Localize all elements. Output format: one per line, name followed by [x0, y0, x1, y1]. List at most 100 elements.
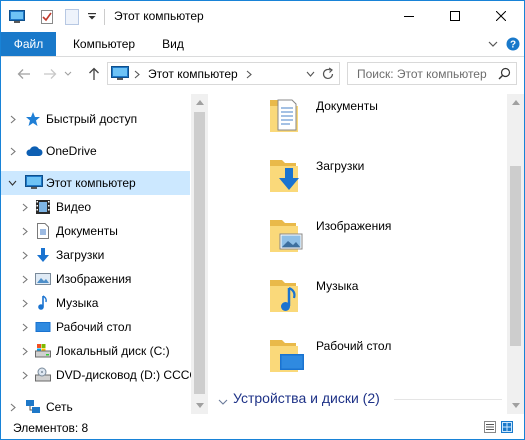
navigation-pane: Быстрый доступ OneDrive Этот компьютер В…	[1, 94, 204, 414]
content-pane: Документы Загрузки Изображения Музыка Ра…	[208, 94, 507, 414]
navigation-scrollbar[interactable]	[191, 94, 208, 414]
address-computer-icon	[111, 66, 129, 84]
expand-chevron-icon[interactable]	[20, 370, 30, 380]
nav-item-label: Документы	[56, 224, 118, 238]
back-button[interactable]	[13, 63, 35, 85]
folder-label: Документы	[316, 99, 378, 113]
nav-item-label: Сеть	[46, 400, 73, 414]
expand-chevron-icon[interactable]	[8, 146, 18, 156]
network-icon	[25, 399, 41, 415]
up-button[interactable]	[83, 63, 105, 85]
documents-icon	[35, 223, 51, 239]
nav-item-local-disk[interactable]: Локальный диск (C:)	[1, 339, 190, 363]
title-bar: Этот компьютер	[1, 1, 524, 32]
folder-item-documents[interactable]: Документы	[268, 94, 488, 144]
status-bar: Элементов: 8	[1, 415, 524, 439]
breadcrumb-chevron-icon[interactable]	[134, 70, 140, 79]
content-scrollbar[interactable]	[507, 94, 524, 414]
nav-item-videos[interactable]: Видео	[1, 195, 190, 219]
nav-item-pictures[interactable]: Изображения	[1, 267, 190, 291]
desktop-icon	[35, 319, 51, 335]
folder-item-desktop[interactable]: Рабочий стол	[268, 334, 488, 384]
maximize-button[interactable]	[432, 1, 478, 31]
collapse-chevron-icon[interactable]	[7, 178, 17, 188]
customize-qat-chevron-icon[interactable]	[85, 7, 99, 27]
computer-icon	[25, 175, 43, 191]
large-icons-view-icon[interactable]	[501, 421, 513, 433]
help-icon[interactable]: ?	[505, 36, 521, 52]
expand-chevron-icon[interactable]	[8, 114, 18, 124]
forward-button[interactable]	[39, 63, 61, 85]
folder-item-music[interactable]: Музыка	[268, 274, 488, 324]
nav-item-downloads[interactable]: Загрузки	[1, 243, 190, 267]
tab-computer[interactable]: Компьютер	[61, 32, 147, 56]
scroll-down-arrow-icon[interactable]	[191, 397, 208, 414]
breadcrumb-this-pc[interactable]: Этот компьютер	[148, 67, 238, 81]
scroll-up-arrow-icon[interactable]	[507, 94, 524, 111]
scroll-down-arrow-icon[interactable]	[507, 397, 524, 414]
group-collapse-chevron-icon[interactable]	[218, 394, 228, 408]
expand-chevron-icon[interactable]	[20, 346, 30, 356]
nav-item-label: Этот компьютер	[46, 176, 136, 190]
address-bar[interactable]: Этот компьютер	[107, 62, 340, 85]
devices-group-header[interactable]: Устройства и диски (2)	[216, 390, 502, 410]
drive-icon	[35, 343, 51, 359]
nav-item-music[interactable]: Музыка	[1, 291, 190, 315]
tab-file[interactable]: Файл	[1, 32, 56, 56]
search-placeholder: Поиск: Этот компьютер	[357, 67, 487, 81]
computer-icon[interactable]	[7, 7, 27, 27]
star-icon	[25, 111, 41, 127]
expand-chevron-icon[interactable]	[20, 298, 30, 308]
expand-ribbon-chevron-icon[interactable]	[485, 36, 501, 52]
expand-chevron-icon[interactable]	[20, 322, 30, 332]
refresh-icon[interactable]	[321, 67, 335, 81]
expand-chevron-icon[interactable]	[20, 202, 30, 212]
new-folder-icon[interactable]	[63, 7, 81, 27]
pictures-icon	[35, 271, 51, 287]
expand-chevron-icon[interactable]	[20, 226, 30, 236]
folder-label: Рабочий стол	[316, 339, 392, 353]
properties-icon[interactable]	[37, 7, 57, 27]
group-title: Устройства и диски (2)	[233, 390, 380, 406]
ribbon-tabs: Файл Компьютер Вид ?	[1, 32, 524, 57]
nav-item-label: Загрузки	[56, 248, 105, 262]
nav-item-label: OneDrive	[46, 144, 97, 158]
cloud-icon	[25, 143, 43, 159]
explorer-window: Этот компьютер Файл Компьютер Вид ? Этот…	[0, 0, 525, 440]
recent-locations-chevron-icon[interactable]	[61, 63, 75, 85]
nav-item-label: Быстрый доступ	[46, 112, 138, 126]
nav-item-label: Видео	[56, 200, 92, 214]
folder-label: Загрузки	[316, 159, 365, 173]
video-icon	[35, 199, 51, 215]
folder-item-downloads[interactable]: Загрузки	[268, 154, 488, 204]
nav-item-documents[interactable]: Документы	[1, 219, 190, 243]
expand-chevron-icon[interactable]	[8, 402, 18, 412]
close-button[interactable]	[478, 1, 524, 31]
nav-item-dvd-drive[interactable]: DVD-дисковод (D:) CCCC	[1, 363, 198, 387]
nav-item-label: Изображения	[56, 272, 132, 286]
breadcrumb-chevron-icon[interactable]	[246, 70, 252, 79]
tab-view[interactable]: Вид	[151, 32, 195, 56]
window-title: Этот компьютер	[114, 9, 204, 23]
folder-item-pictures[interactable]: Изображения	[268, 214, 488, 264]
expand-chevron-icon[interactable]	[20, 250, 30, 260]
expand-chevron-icon[interactable]	[20, 274, 30, 284]
items-count: Элементов: 8	[13, 421, 89, 435]
documents-folder-icon	[268, 94, 306, 134]
details-view-icon[interactable]	[484, 421, 496, 433]
nav-item-desktop[interactable]: Рабочий стол	[1, 315, 190, 339]
scroll-thumb[interactable]	[510, 166, 521, 346]
nav-item-onedrive[interactable]: OneDrive	[1, 139, 190, 163]
search-input[interactable]: Поиск: Этот компьютер	[347, 62, 517, 85]
address-dropdown-chevron-icon[interactable]	[306, 71, 315, 77]
music-folder-icon	[268, 274, 306, 314]
search-icon[interactable]	[498, 67, 511, 80]
scroll-thumb[interactable]	[194, 112, 205, 394]
nav-item-label: Музыка	[56, 296, 99, 310]
nav-item-this-pc[interactable]: Этот компьютер	[1, 171, 190, 195]
desktop-folder-icon	[268, 334, 306, 374]
scroll-up-arrow-icon[interactable]	[191, 94, 208, 111]
nav-item-quick-access[interactable]: Быстрый доступ	[1, 107, 190, 131]
minimize-button[interactable]	[386, 1, 432, 31]
svg-text:?: ?	[510, 40, 516, 51]
